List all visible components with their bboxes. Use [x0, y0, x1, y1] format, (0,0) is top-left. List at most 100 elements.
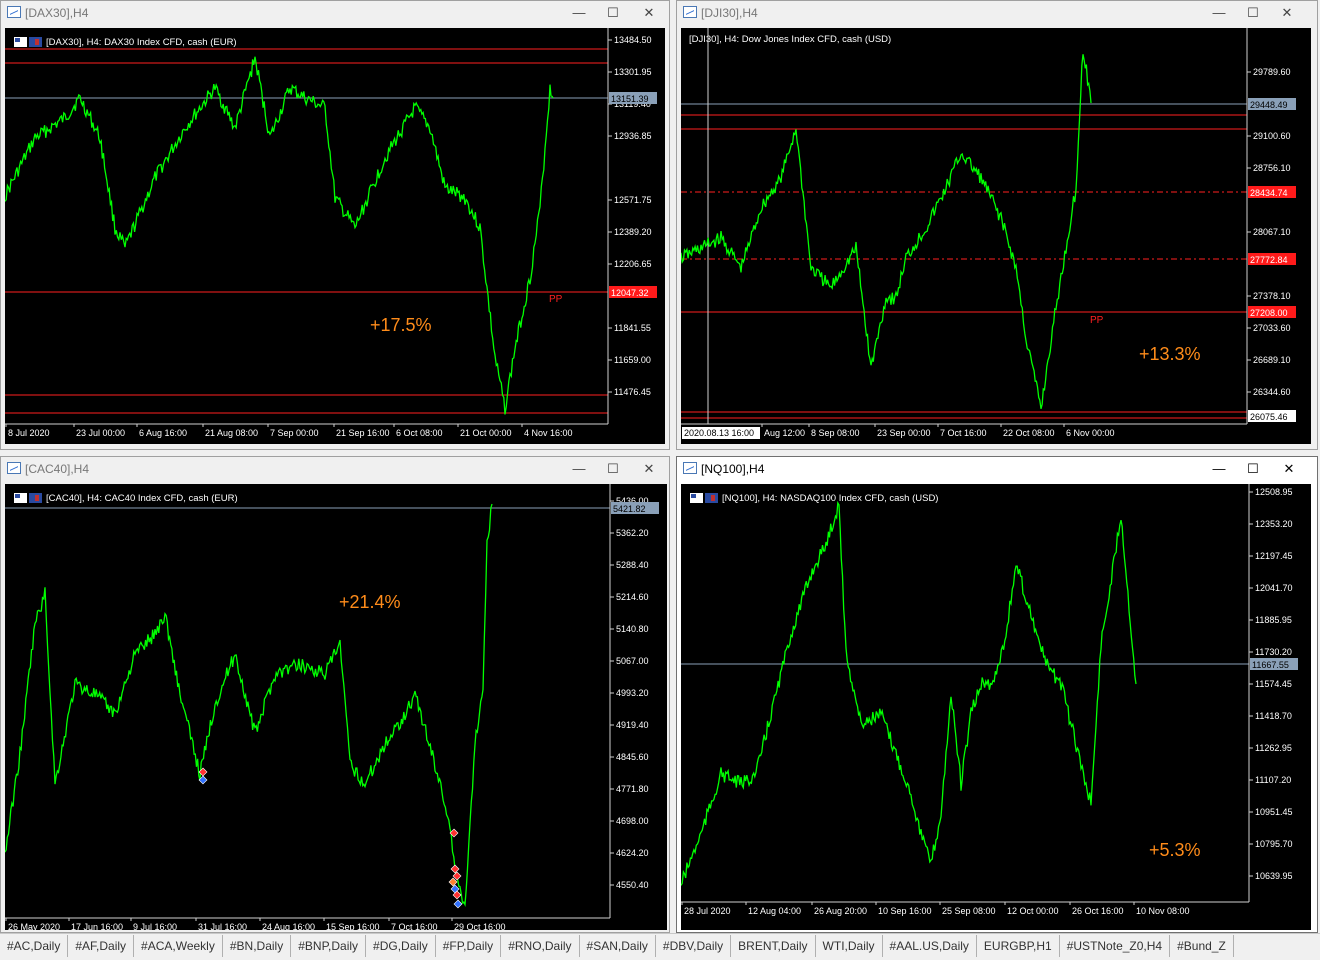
chart-tab[interactable]: #SAN,Daily [580, 935, 656, 957]
close-button[interactable]: ✕ [1279, 459, 1299, 479]
chart-tab[interactable]: EURGBP,H1 [977, 935, 1060, 957]
titlebar-dji30[interactable]: [DJI30],H4 — ☐ ✕ [677, 1, 1317, 27]
maximize-button[interactable]: ☐ [1243, 459, 1263, 479]
current-price-tag: 13151.39 [611, 94, 649, 104]
maximize-button[interactable]: ☐ [603, 459, 623, 479]
chart-header: [DJI30], H4: Dow Jones Index CFD, cash (… [689, 34, 891, 45]
minimize-button[interactable]: — [569, 3, 589, 23]
price-tick-label: 11885.95 [1255, 615, 1292, 625]
time-tick-label: 23 Jul 00:00 [76, 428, 125, 438]
crosshair-time-tag: 2020.08.13 16:00 [684, 428, 754, 438]
time-tick-label: 31 Jul 16:00 [198, 922, 247, 930]
window-dji30[interactable]: [DJI30],H4 — ☐ ✕ [DJI30], H4: Dow Jones … [676, 0, 1318, 450]
time-tick-label: 8 Jul 2020 [8, 428, 50, 438]
close-button[interactable]: ✕ [1277, 3, 1297, 23]
price-tick-label: 10639.95 [1255, 871, 1293, 881]
chart-tab[interactable]: #AF,Daily [68, 935, 135, 957]
chart-tab[interactable]: #RNO,Daily [501, 935, 580, 957]
chart-tab[interactable]: #ACA,Weekly [134, 935, 223, 957]
time-tick-label: 12 Aug 04:00 [748, 906, 801, 916]
window-title: [CAC40],H4 [25, 462, 90, 476]
time-tick-label: 24 Aug 16:00 [262, 922, 315, 930]
time-tick-label: 22 Oct 08:00 [1003, 428, 1055, 438]
chart-canvas[interactable]: [NQ100], H4: NASDAQ100 Index CFD, cash (… [681, 484, 1311, 930]
time-tick-label: 26 Oct 16:00 [1072, 906, 1124, 916]
price-chart-nq100[interactable]: [NQ100], H4: NASDAQ100 Index CFD, cash (… [681, 484, 1311, 930]
chart-canvas[interactable]: [DJI30], H4: Dow Jones Index CFD, cash (… [681, 28, 1311, 444]
chart-tab[interactable]: #USTNote_Z0,H4 [1060, 935, 1171, 957]
price-tick-label: 28067.10 [1253, 227, 1291, 237]
chart-canvas[interactable]: [DAX30], H4: DAX30 Index CFD, cash (EUR)… [5, 28, 665, 444]
level-price-tag: 27772.84 [1250, 255, 1288, 265]
maximize-button[interactable]: ☐ [603, 3, 623, 23]
time-tick-label: 25 Sep 08:00 [942, 906, 996, 916]
current-price-tag: 29448.49 [1250, 100, 1288, 110]
window-title: [DAX30],H4 [25, 6, 89, 20]
price-chart-dji30[interactable]: [DJI30], H4: Dow Jones Index CFD, cash (… [681, 28, 1311, 444]
titlebar-nq100[interactable]: [NQ100],H4 — ☐ ✕ [677, 457, 1317, 483]
price-tick-label: 11476.45 [614, 387, 651, 397]
chart-canvas[interactable]: [CAC40], H4: CAC40 Index CFD, cash (EUR)… [5, 484, 667, 930]
price-tick-label: 12508.95 [1255, 487, 1293, 497]
time-tick-label: 10 Nov 08:00 [1136, 906, 1190, 916]
maximize-button[interactable]: ☐ [1243, 3, 1263, 23]
time-tick-label: 29 Oct 16:00 [454, 922, 506, 930]
chart-tab[interactable]: #DG,Daily [366, 935, 436, 957]
chart-tab[interactable]: #DBV,Daily [656, 935, 732, 957]
price-tick-label: 5140.80 [616, 624, 649, 634]
time-tick-label: 15 Sep 16:00 [326, 922, 380, 930]
time-tick-label: 4 Nov 16:00 [524, 428, 573, 438]
price-tick-label: 13484.50 [614, 35, 652, 45]
chart-window-icon [7, 462, 21, 474]
price-tick-label: 12197.45 [1255, 551, 1293, 561]
chart-tab[interactable]: #Bund_Z [1170, 935, 1234, 957]
price-line [5, 503, 493, 908]
time-tick-label: 6 Nov 00:00 [1066, 428, 1115, 438]
level-price-tag: 28434.74 [1250, 188, 1288, 198]
chart-tab[interactable]: #FP,Daily [436, 935, 502, 957]
price-chart-dax30[interactable]: [DAX30], H4: DAX30 Index CFD, cash (EUR)… [5, 28, 665, 444]
minimize-button[interactable]: — [1209, 3, 1229, 23]
price-tick-label: 11730.20 [1255, 647, 1292, 657]
time-tick-label: 21 Aug 08:00 [205, 428, 258, 438]
trade-marker-icon[interactable] [453, 899, 463, 909]
price-tick-label: 5288.40 [616, 560, 649, 570]
price-tick-label: 12571.75 [614, 195, 652, 205]
price-tick-label: 12206.65 [614, 259, 652, 269]
titlebar-dax30[interactable]: [DAX30],H4 — ☐ ✕ [1, 1, 669, 27]
price-tick-label: 4624.20 [616, 848, 649, 858]
price-tick-label: 29789.60 [1253, 67, 1291, 77]
price-tick-label: 4698.00 [616, 816, 649, 826]
window-nq100[interactable]: [NQ100],H4 — ☐ ✕ [NQ100], H4: NASDAQ100 … [676, 456, 1318, 933]
price-chart-cac40[interactable]: [CAC40], H4: CAC40 Index CFD, cash (EUR)… [5, 484, 667, 930]
chart-window-icon [683, 6, 697, 18]
price-tick-label: 5214.60 [616, 592, 649, 602]
chart-tab[interactable]: #BN,Daily [223, 935, 292, 957]
minimize-button[interactable]: — [569, 459, 589, 479]
time-tick-label: Aug 12:00 [764, 428, 805, 438]
time-tick-label: 21 Oct 00:00 [460, 428, 512, 438]
chart-tab[interactable]: #BNP,Daily [291, 935, 367, 957]
price-tick-label: 4550.40 [616, 880, 649, 890]
chart-tab[interactable]: WTI,Daily [816, 935, 883, 957]
change-annotation: +5.3% [1149, 840, 1201, 860]
titlebar-cac40[interactable]: [CAC40],H4 — ☐ ✕ [1, 457, 669, 483]
chart-tab[interactable]: #AC,Daily [0, 935, 69, 957]
close-button[interactable]: ✕ [639, 3, 659, 23]
price-line [681, 54, 1092, 409]
current-price-tag: 5421.82 [613, 504, 646, 514]
chart-tab[interactable]: BRENT,Daily [731, 935, 816, 957]
flag-icon [690, 493, 718, 503]
trade-marker-icon[interactable] [450, 864, 460, 874]
bottom-price-tag: 26075.46 [1250, 412, 1288, 422]
close-button[interactable]: ✕ [639, 459, 659, 479]
price-tick-label: 26344.60 [1253, 387, 1291, 397]
price-tick-label: 12041.70 [1255, 583, 1293, 593]
price-tick-label: 26689.10 [1253, 355, 1291, 365]
chart-tabs-bar: #AC,Daily #AF,Daily #ACA,Weekly #BN,Daily #B… [0, 933, 1320, 960]
minimize-button[interactable]: — [1209, 459, 1229, 479]
chart-tab[interactable]: #AAL.US,Daily [883, 935, 977, 957]
time-tick-label: 21 Sep 16:00 [336, 428, 390, 438]
window-dax30[interactable]: [DAX30],H4 — ☐ ✕ [DAX30], H4: DAX30 Inde… [0, 0, 670, 450]
window-cac40[interactable]: [CAC40],H4 — ☐ ✕ [CAC40], H4: CAC40 Inde… [0, 456, 670, 933]
